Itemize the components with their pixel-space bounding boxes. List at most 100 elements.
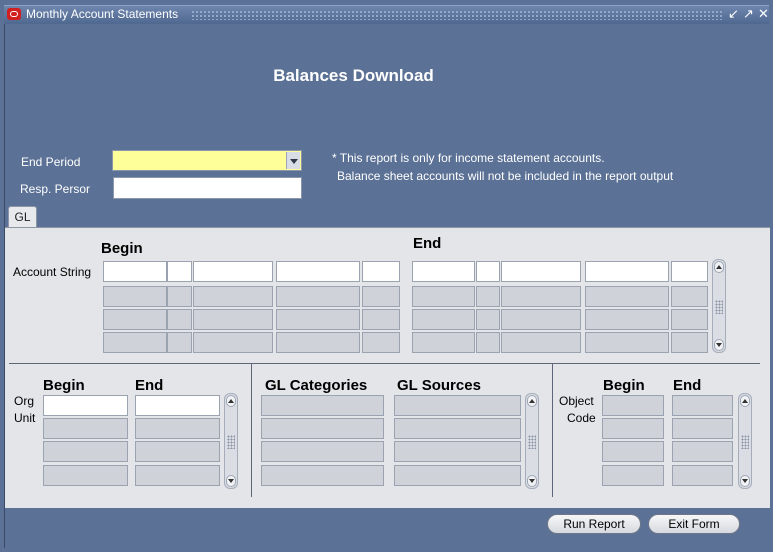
gl-cat-source-cell-r3-c1[interactable]	[394, 465, 521, 486]
gl-cat-source-cell-r0-c1[interactable]	[394, 395, 521, 416]
account-string-cell-r2-c3[interactable]	[276, 309, 360, 330]
exit-form-button[interactable]: Exit Form	[648, 514, 740, 534]
account-string-cell-r2-c0[interactable]	[103, 309, 167, 330]
account-string-cell-r2-c1[interactable]	[167, 309, 192, 330]
run-report-button[interactable]: Run Report	[547, 514, 641, 534]
gl-cat-source-cell-r1-c0[interactable]	[261, 418, 384, 439]
scroll-down-icon[interactable]	[740, 475, 750, 487]
account-string-cell-r2-c6[interactable]	[476, 309, 500, 330]
gl-cat-source-cell-r2-c0[interactable]	[261, 441, 384, 462]
window-title: Monthly Account Statements	[26, 7, 179, 21]
object-code-cell-r1-c0[interactable]	[602, 418, 664, 439]
account-string-cell-r0-c4[interactable]	[362, 261, 400, 282]
gl-cat-source-cell-r2-c1[interactable]	[394, 441, 521, 462]
object-end-header: End	[673, 377, 702, 394]
account-string-cell-r3-c0[interactable]	[103, 332, 167, 353]
section-divider	[9, 363, 760, 364]
object-begin-header: Begin	[603, 377, 645, 394]
gl-cat-source-cell-r1-c1[interactable]	[394, 418, 521, 439]
account-string-cell-r0-c9[interactable]	[671, 261, 708, 282]
account-string-cell-r1-c6[interactable]	[476, 286, 500, 307]
account-string-cell-r0-c7[interactable]	[501, 261, 581, 282]
minimize-icon[interactable]: ↙	[728, 7, 739, 21]
object-code-cell-r3-c1[interactable]	[672, 465, 733, 486]
account-string-cell-r0-c5[interactable]	[412, 261, 475, 282]
account-string-cell-r0-c2[interactable]	[193, 261, 273, 282]
scroll-up-icon[interactable]	[740, 395, 750, 407]
tab-gl[interactable]: GL	[8, 206, 37, 228]
org-unit-cell-r0-c1[interactable]	[135, 395, 220, 416]
account-string-cell-r1-c7[interactable]	[501, 286, 581, 307]
account-string-cell-r0-c3[interactable]	[276, 261, 360, 282]
account-string-cell-r3-c5[interactable]	[412, 332, 475, 353]
titlebar-inner: Monthly Account Statements ↙ ↗ ✕	[4, 5, 769, 24]
object-code-cell-r1-c1[interactable]	[672, 418, 733, 439]
account-string-cell-r0-c0[interactable]	[103, 261, 167, 282]
account-scrollbar[interactable]	[712, 259, 726, 353]
account-begin-header: Begin	[101, 240, 143, 257]
object-code-cell-r0-c0[interactable]	[602, 395, 664, 416]
account-string-cell-r1-c9[interactable]	[671, 286, 708, 307]
org-unit-cell-r0-c0[interactable]	[43, 395, 128, 416]
account-string-cell-r3-c7[interactable]	[501, 332, 581, 353]
close-icon[interactable]: ✕	[758, 7, 769, 21]
scroll-down-icon[interactable]	[527, 475, 537, 487]
account-string-cell-r3-c4[interactable]	[362, 332, 400, 353]
gl-sources-scrollbar[interactable]	[525, 393, 539, 489]
note-line-2: Balance sheet accounts will not be inclu…	[337, 169, 674, 183]
scroll-grip-icon[interactable]	[227, 435, 235, 449]
account-string-cell-r3-c6[interactable]	[476, 332, 500, 353]
account-string-cell-r1-c8[interactable]	[585, 286, 669, 307]
scroll-down-icon[interactable]	[714, 339, 724, 351]
account-string-cell-r1-c1[interactable]	[167, 286, 192, 307]
object-code-cell-r0-c1[interactable]	[672, 395, 733, 416]
gl-cat-source-cell-r3-c0[interactable]	[261, 465, 384, 486]
account-string-cell-r0-c6[interactable]	[476, 261, 500, 282]
account-string-cell-r2-c2[interactable]	[193, 309, 273, 330]
object-code-cell-r2-c1[interactable]	[672, 441, 733, 462]
end-period-select[interactable]	[112, 150, 302, 171]
scroll-down-icon[interactable]	[226, 475, 236, 487]
account-string-cell-r1-c0[interactable]	[103, 286, 167, 307]
account-string-cell-r2-c9[interactable]	[671, 309, 708, 330]
account-string-cell-r2-c8[interactable]	[585, 309, 669, 330]
account-string-cell-r3-c3[interactable]	[276, 332, 360, 353]
account-string-cell-r0-c8[interactable]	[585, 261, 669, 282]
account-string-cell-r1-c5[interactable]	[412, 286, 475, 307]
account-string-cell-r2-c7[interactable]	[501, 309, 581, 330]
resp-person-input[interactable]	[113, 177, 302, 199]
scroll-up-icon[interactable]	[714, 261, 724, 273]
account-string-cell-r3-c9[interactable]	[671, 332, 708, 353]
org-unit-cell-r2-c1[interactable]	[135, 441, 220, 462]
org-end-header: End	[135, 377, 164, 394]
account-string-cell-r1-c2[interactable]	[193, 286, 273, 307]
org-scrollbar[interactable]	[224, 393, 238, 489]
account-string-cell-r0-c1[interactable]	[167, 261, 192, 282]
account-string-cell-r3-c1[interactable]	[167, 332, 192, 353]
org-unit-cell-r1-c1[interactable]	[135, 418, 220, 439]
account-string-cell-r1-c3[interactable]	[276, 286, 360, 307]
account-string-cell-r3-c8[interactable]	[585, 332, 669, 353]
org-unit-cell-r1-c0[interactable]	[43, 418, 128, 439]
account-string-cell-r2-c5[interactable]	[412, 309, 475, 330]
scroll-grip-icon[interactable]	[528, 435, 536, 449]
gl-tab-panel: Begin End Account String Begin End Org U…	[5, 227, 770, 508]
object-scrollbar[interactable]	[738, 393, 752, 489]
section-divider-right	[552, 364, 553, 497]
account-string-cell-r3-c2[interactable]	[193, 332, 273, 353]
scroll-grip-icon[interactable]	[715, 300, 723, 314]
maximize-icon[interactable]: ↗	[743, 7, 754, 21]
object-code-cell-r3-c0[interactable]	[602, 465, 664, 486]
scroll-grip-icon[interactable]	[741, 435, 749, 449]
chevron-down-icon[interactable]	[286, 152, 300, 169]
org-unit-label-2: Unit	[14, 411, 36, 425]
org-unit-cell-r3-c1[interactable]	[135, 465, 220, 486]
scroll-up-icon[interactable]	[226, 395, 236, 407]
account-string-cell-r1-c4[interactable]	[362, 286, 400, 307]
account-string-cell-r2-c4[interactable]	[362, 309, 400, 330]
scroll-up-icon[interactable]	[527, 395, 537, 407]
object-code-cell-r2-c0[interactable]	[602, 441, 664, 462]
gl-cat-source-cell-r0-c0[interactable]	[261, 395, 384, 416]
org-unit-cell-r2-c0[interactable]	[43, 441, 128, 462]
org-unit-cell-r3-c0[interactable]	[43, 465, 128, 486]
